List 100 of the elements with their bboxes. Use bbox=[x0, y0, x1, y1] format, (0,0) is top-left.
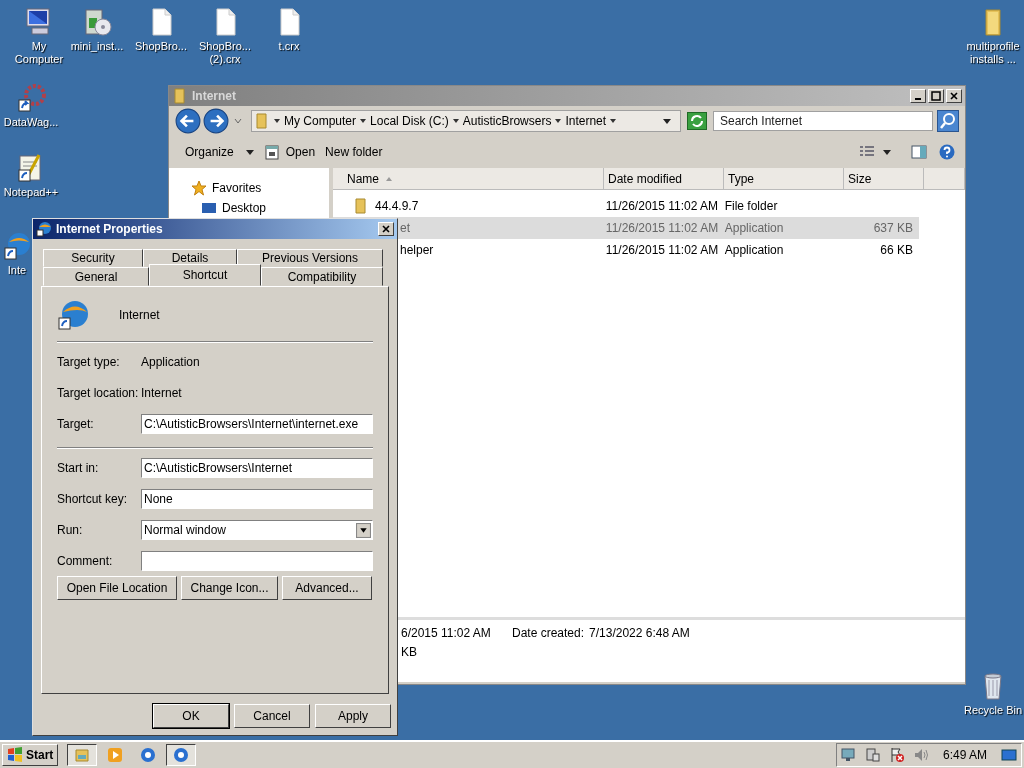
date-cell: 11/26/2015 11:02 AM bbox=[605, 199, 719, 213]
field-value: Application bbox=[141, 355, 200, 369]
breadcrumb-item[interactable]: Internet bbox=[565, 114, 607, 128]
column-header bbox=[924, 168, 965, 190]
desktop-icon-label[interactable]: DataWag... bbox=[3, 116, 59, 129]
breadcrumb-item[interactable]: AutisticBrowsers bbox=[462, 114, 552, 128]
desktop-icon-label[interactable]: ShopBro... (2).crx bbox=[194, 40, 256, 66]
column-header[interactable]: Type bbox=[724, 168, 844, 190]
desktop-icon-label[interactable]: My Computer bbox=[8, 40, 70, 66]
gear-shortcut-icon[interactable] bbox=[15, 82, 47, 114]
file-row[interactable]: 44.4.9.7 11/26/2015 11:02 AM File folder bbox=[333, 195, 919, 217]
caret-icon[interactable] bbox=[451, 117, 460, 125]
file-name: et bbox=[400, 221, 410, 235]
folder-icon bbox=[74, 747, 91, 763]
tab[interactable]: Shortcut bbox=[149, 264, 261, 286]
open-button[interactable]: Open bbox=[281, 143, 320, 161]
tab[interactable]: General bbox=[43, 267, 149, 286]
search-field[interactable]: Search Internet bbox=[713, 111, 933, 131]
close-button[interactable] bbox=[378, 222, 394, 236]
desktop-icon-label[interactable]: multiprofile installs ... bbox=[962, 40, 1024, 66]
field-label: Shortcut key: bbox=[57, 492, 129, 506]
size-cell: 637 KB bbox=[873, 221, 913, 235]
run-dropdown[interactable]: Normal window bbox=[141, 520, 373, 540]
taskbar-app[interactable] bbox=[166, 744, 197, 766]
back-icon[interactable] bbox=[175, 108, 201, 134]
input-field[interactable]: C:\AutisticBrowsers\Internet bbox=[141, 458, 373, 478]
caret-icon[interactable] bbox=[554, 117, 563, 125]
tab[interactable]: Details bbox=[143, 249, 237, 267]
shortcut-name: Internet bbox=[119, 308, 160, 322]
address-bar[interactable]: My Computer Local Disk (C:) AutisticBrowsers Internet bbox=[251, 110, 681, 132]
caret-icon[interactable] bbox=[273, 117, 281, 125]
tab[interactable]: Compatibility bbox=[261, 267, 383, 286]
caret-icon[interactable] bbox=[883, 148, 891, 156]
desktop-icon-label[interactable]: Inte bbox=[7, 264, 27, 277]
tab[interactable]: Security bbox=[43, 249, 143, 267]
desktop-icon bbox=[201, 200, 217, 216]
tab[interactable]: Previous Versions bbox=[237, 249, 383, 267]
column-header[interactable]: Name bbox=[333, 168, 604, 190]
desktop-icon-label[interactable]: mini_inst... bbox=[70, 40, 124, 53]
file-row[interactable]: et 11/26/2015 11:02 AM Application 637 KB bbox=[333, 217, 919, 239]
globe-shortcut-icon[interactable] bbox=[1, 230, 33, 262]
action-button[interactable]: Open File Location bbox=[57, 576, 177, 600]
show-desktop-icon[interactable] bbox=[1001, 747, 1017, 763]
desktop-icon-label[interactable]: Recycle Bin bbox=[963, 704, 1023, 717]
windows-logo-icon bbox=[7, 747, 23, 763]
refresh-icon[interactable] bbox=[687, 112, 707, 130]
start-button[interactable]: Start bbox=[2, 744, 59, 766]
minimize-icon bbox=[915, 98, 921, 100]
modified-date: 6/2015 11:02 AM bbox=[401, 626, 492, 640]
forward-icon[interactable] bbox=[203, 108, 229, 134]
close-icon bbox=[949, 91, 959, 101]
open-icon[interactable] bbox=[263, 144, 280, 160]
input-field[interactable]: None bbox=[141, 489, 373, 509]
new-folder-button[interactable]: New folder bbox=[321, 143, 387, 161]
field-label: Start in: bbox=[57, 461, 100, 475]
field-label: Target: bbox=[57, 417, 95, 431]
network-icon[interactable] bbox=[840, 747, 857, 763]
globe-shortcut-icon bbox=[57, 299, 89, 331]
globe-shortcut-icon bbox=[36, 221, 52, 237]
input-field[interactable] bbox=[141, 551, 373, 571]
action-button[interactable]: Advanced... bbox=[282, 576, 372, 600]
folder-icon bbox=[254, 113, 270, 129]
caret-icon[interactable] bbox=[609, 117, 618, 125]
browser-icon bbox=[173, 747, 190, 763]
computer-icon[interactable] bbox=[864, 747, 881, 763]
nav-item[interactable]: Desktop bbox=[222, 201, 267, 215]
maximize-button[interactable] bbox=[928, 89, 944, 103]
star-icon bbox=[191, 180, 207, 196]
file-name: 44.4.9.7 bbox=[375, 199, 419, 213]
caret-icon[interactable] bbox=[359, 117, 368, 125]
column-header[interactable]: Date modified bbox=[604, 168, 724, 190]
dialog-button[interactable]: Cancel bbox=[234, 704, 310, 728]
date-cell: 11/26/2015 11:02 AM bbox=[605, 221, 719, 235]
taskbar-app[interactable] bbox=[67, 744, 98, 766]
media-player-icon bbox=[107, 747, 124, 763]
organize-button[interactable]: Organize bbox=[181, 143, 238, 161]
minimize-button[interactable] bbox=[910, 89, 926, 103]
clock[interactable]: 6:49 AM bbox=[942, 748, 987, 762]
flag-warning-icon[interactable] bbox=[888, 747, 905, 763]
target-field[interactable]: C:\AutisticBrowsers\Internet\internet.exe bbox=[141, 414, 373, 434]
caret-icon[interactable] bbox=[663, 117, 671, 125]
folder-icon bbox=[172, 88, 188, 104]
dialog-button[interactable]: Apply bbox=[315, 704, 391, 728]
desktop-icon-label[interactable]: Notepad++ bbox=[3, 186, 59, 199]
preview-pane-icon[interactable] bbox=[911, 144, 927, 160]
column-header[interactable]: Size bbox=[844, 168, 924, 190]
created-label: Date created: bbox=[512, 626, 585, 640]
close-icon bbox=[381, 224, 391, 234]
desktop-icon-label[interactable]: ShopBro... bbox=[135, 40, 187, 53]
field-label: Target location: bbox=[57, 386, 140, 400]
dialog-button[interactable]: OK bbox=[153, 704, 229, 728]
search-icon[interactable] bbox=[937, 110, 959, 132]
breadcrumb-item[interactable]: My Computer bbox=[284, 114, 357, 128]
caret-icon[interactable] bbox=[245, 148, 254, 156]
help-icon[interactable] bbox=[939, 144, 955, 160]
desktop-icon-label[interactable]: t.crx bbox=[278, 40, 300, 53]
action-button[interactable]: Change Icon... bbox=[181, 576, 278, 600]
breadcrumb-item[interactable]: Local Disk (C:) bbox=[370, 114, 449, 128]
nav-item[interactable]: Favorites bbox=[212, 181, 262, 195]
close-button[interactable] bbox=[946, 89, 962, 103]
